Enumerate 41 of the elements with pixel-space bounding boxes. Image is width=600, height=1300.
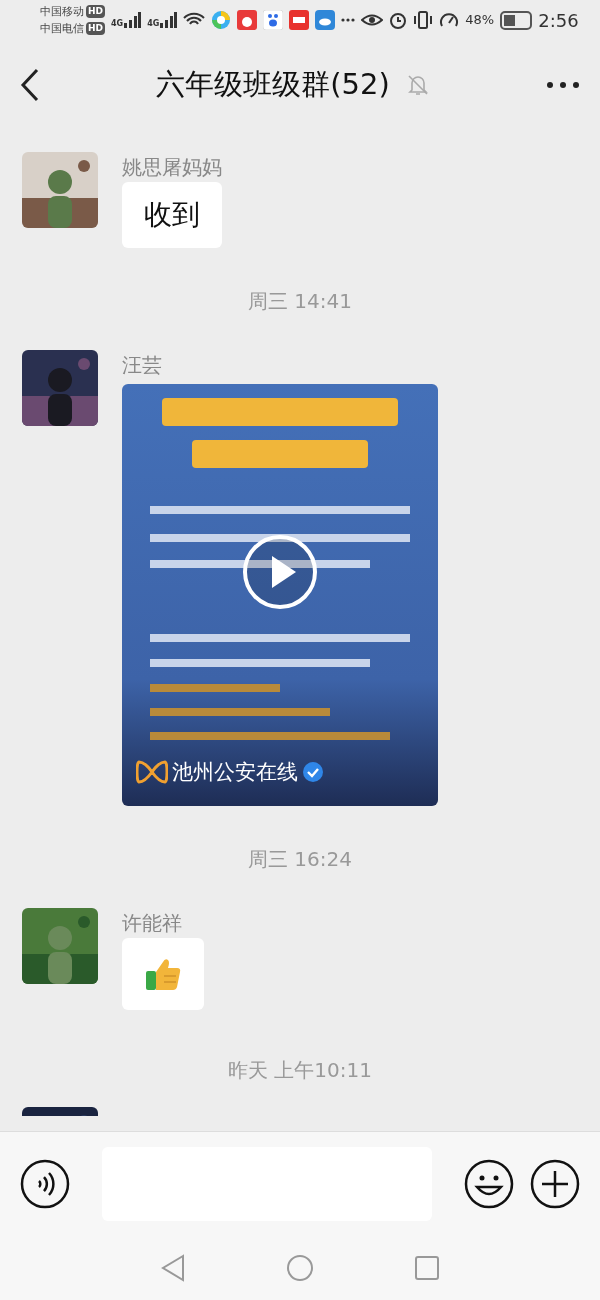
timestamp: 周三 14:41 — [247, 288, 353, 315]
recents-nav-icon[interactable] — [414, 1254, 440, 1281]
carrier-name: 中国电信 — [40, 21, 84, 37]
battery-percent: 48% — [465, 11, 495, 30]
home-nav-icon[interactable] — [286, 1253, 314, 1282]
timestamp: 昨天 上午10:11 — [227, 1057, 373, 1084]
add-icon[interactable] — [530, 1158, 580, 1209]
sender-name: 姚思屠妈妈 — [122, 154, 222, 181]
hd-badge: HD — [86, 21, 105, 36]
channels-logo-icon — [136, 759, 168, 786]
carrier-name: 中国移动 — [40, 4, 84, 20]
more-icon[interactable] — [546, 81, 580, 89]
eye-icon — [361, 13, 384, 27]
message-bubble: 收到 — [122, 182, 222, 248]
app-icon — [289, 10, 310, 30]
alarm-icon — [389, 11, 408, 29]
back-icon[interactable] — [20, 68, 40, 102]
chat-title: 六年级班级群(52) — [156, 66, 390, 104]
emoji-icon[interactable] — [464, 1158, 514, 1209]
network-label: 4G — [147, 20, 160, 28]
vibrate-icon — [413, 11, 434, 29]
back-nav-icon[interactable] — [160, 1253, 186, 1282]
video-card[interactable]: 池州公安在线 — [122, 384, 438, 806]
voice-icon[interactable] — [20, 1158, 70, 1209]
signal-icon — [123, 12, 142, 28]
sender-name: 许能祥 — [122, 910, 183, 937]
cloud-icon — [315, 10, 336, 30]
clock-time: 2:56 — [538, 8, 579, 33]
thumbs-up-icon — [144, 956, 182, 992]
paw-icon — [263, 10, 284, 30]
sender-name: 汪芸 — [122, 352, 163, 379]
timestamp: 周三 16:24 — [247, 846, 353, 873]
signal-icon — [159, 12, 178, 28]
network-label: 4G — [111, 20, 124, 28]
app-icon — [211, 10, 232, 30]
account-name: 池州公安在线 — [172, 758, 298, 786]
gauge-icon — [439, 11, 460, 29]
hd-badge: HD — [86, 4, 105, 19]
more-icon — [341, 18, 356, 22]
play-icon[interactable] — [242, 534, 318, 610]
app-icon — [237, 10, 258, 30]
